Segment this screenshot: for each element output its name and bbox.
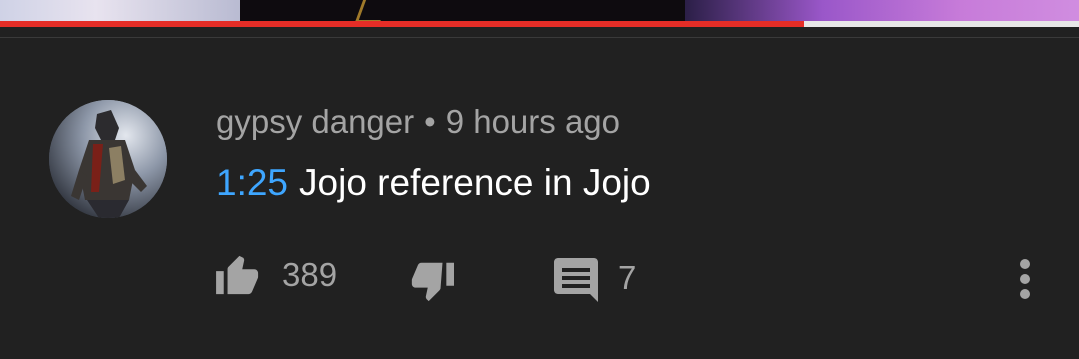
section-divider — [0, 37, 1079, 38]
comment-body: 1:25 Jojo reference in Jojo — [216, 162, 651, 204]
avatar[interactable] — [49, 100, 167, 218]
video-thumbnail-strip[interactable] — [0, 0, 1079, 21]
comment-text: Jojo reference in Jojo — [299, 162, 651, 203]
like-count: 389 — [282, 256, 338, 293]
more-options-button[interactable] — [1010, 256, 1040, 302]
comment-author[interactable]: gypsy danger — [216, 103, 414, 140]
more-vert-icon — [1020, 259, 1030, 299]
thumbs-up-icon — [216, 255, 259, 295]
timestamp-link[interactable]: 1:25 — [216, 162, 288, 203]
video-progress-fill — [0, 21, 804, 27]
reply-button[interactable]: 7 — [554, 254, 636, 302]
video-progress-bar[interactable] — [0, 21, 1079, 27]
comment-meta: gypsy danger • 9 hours ago — [216, 103, 620, 141]
video-frame-left — [0, 0, 240, 21]
thumbs-down-icon — [411, 262, 454, 302]
meta-separator: • — [424, 103, 436, 140]
avatar-image — [49, 100, 167, 218]
reply-count: 7 — [618, 259, 637, 296]
dislike-button[interactable] — [408, 256, 454, 304]
like-button[interactable]: 389 — [216, 254, 337, 296]
comment-icon — [554, 258, 598, 302]
video-frame-center — [240, 0, 685, 21]
comment-time: 9 hours ago — [445, 103, 621, 140]
video-frame-right — [685, 0, 1079, 21]
